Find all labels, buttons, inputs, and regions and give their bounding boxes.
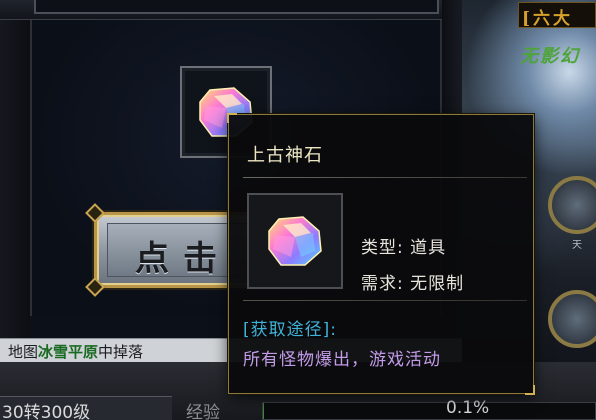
tooltip-requirement-value: 无限制 [410,274,465,294]
notice-suffix: 中掉落 [98,343,144,361]
rainbow-gem-icon [268,216,322,266]
exp-value: 0.1% [446,398,490,418]
panel-top-inset [34,0,439,14]
tooltip-requirement-label: 需求: [361,274,404,294]
click-button-label: 点击 [135,239,231,279]
exp-label: 经验 [186,403,220,420]
item-tooltip: 上古神石 类型: 道具 需求: 无限制 [获取途径]: 所有怪物爆出，游戏活动 [227,113,535,395]
tooltip-type-label: 类型: [361,238,404,258]
exp-bar [262,402,596,420]
skill-label: 天 [572,240,582,251]
panel-top-bar [0,0,462,20]
banner-subtitle: 无影幻 [520,46,580,67]
notice-text: 地图冰雪平原中掉落 [8,341,143,362]
tooltip-divider [243,177,527,178]
banner-tag: [六大 [522,9,574,29]
level-text: 30转300级 [2,403,91,420]
notice-map-name: 冰雪平原 [38,343,99,361]
tooltip-icon-frame [247,193,343,289]
tooltip-item-name: 上古神石 [247,145,323,166]
panel-left-border [0,0,30,338]
tooltip-source-text: 所有怪物爆出，游戏活动 [243,350,441,370]
tooltip-type: 类型: 道具 [361,233,446,258]
tooltip-source-heading: [获取途径]: [243,320,337,340]
tooltip-divider [243,300,527,301]
notice-prefix: 地图 [8,343,39,361]
tooltip-requirement: 需求: 无限制 [361,269,464,294]
tooltip-type-value: 道具 [410,238,447,258]
